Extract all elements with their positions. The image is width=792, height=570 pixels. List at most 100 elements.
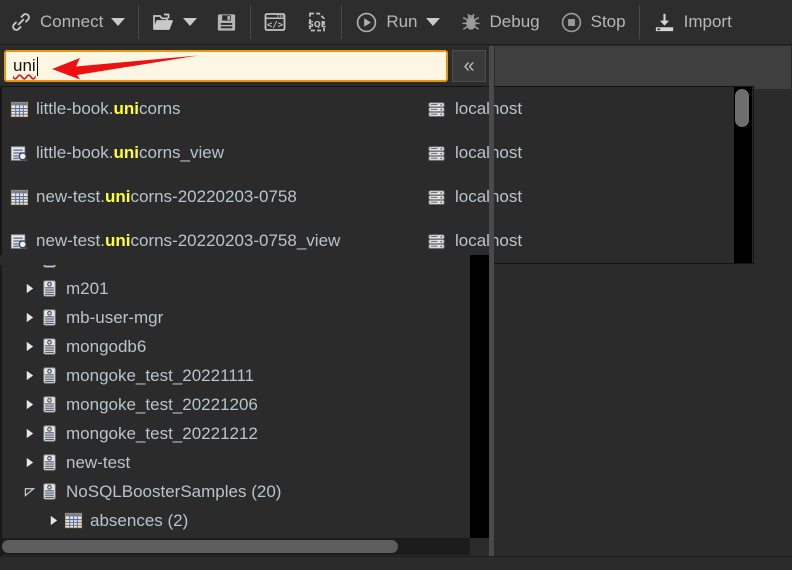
- server-icon: [427, 144, 446, 163]
- tree-item-absences[interactable]: absences (2): [0, 506, 470, 535]
- autocomplete-row-name: new-test.unicorns-20220203-0758: [2, 187, 427, 207]
- match-highlight: uni: [104, 231, 131, 250]
- tree-item-mongodb6[interactable]: mongodb6: [0, 332, 470, 361]
- tree-item-mongoke_test_20221206[interactable]: mongoke_test_20221206: [0, 390, 470, 419]
- autocomplete-row-host: localhost: [427, 99, 522, 119]
- autocomplete-row-host: localhost: [427, 187, 522, 207]
- chevron-down-icon[interactable]: [425, 18, 440, 26]
- database-icon: [40, 453, 59, 472]
- table-icon: [64, 511, 83, 530]
- tree-item-nosqlboostersamples[interactable]: NoSQLBoosterSamples (20): [0, 477, 470, 506]
- tree-top-clip: [0, 255, 470, 265]
- chevron-down-icon[interactable]: [111, 18, 126, 26]
- tree-item-label: mongodb6: [66, 336, 147, 356]
- status-bar: [0, 556, 792, 570]
- dropdown-scrollbar-thumb[interactable]: [735, 89, 749, 127]
- tree-expander-collapsed[interactable]: [18, 448, 40, 477]
- autocomplete-row-host: localhost: [427, 143, 522, 163]
- bug-icon: [460, 11, 482, 33]
- autocomplete-row-name: little-book.unicorns: [2, 99, 427, 119]
- database-icon: [40, 308, 59, 327]
- autocomplete-row-label: new-test.unicorns-20220203-0758: [36, 187, 297, 206]
- search-input[interactable]: uni: [4, 50, 448, 82]
- link-icon: [10, 11, 32, 33]
- tree-item-label: NoSQLBoosterSamples (20): [66, 481, 282, 501]
- open-folder-icon: [151, 10, 175, 34]
- autocomplete-dropdown[interactable]: little-book.unicornslocalhostlittle-book…: [0, 86, 754, 264]
- sql-document-button[interactable]: SQL: [296, 0, 338, 45]
- import-icon: [653, 11, 676, 34]
- tree-item-new-test[interactable]: new-test: [0, 448, 470, 477]
- connect-label: Connect: [40, 12, 104, 31]
- tree-expander-collapsed[interactable]: [18, 303, 40, 332]
- stop-label: Stop: [590, 12, 626, 31]
- connect-button[interactable]: Connect: [0, 0, 135, 45]
- collapse-panel-label: «: [463, 55, 475, 77]
- tree-expander-collapsed[interactable]: [18, 361, 40, 390]
- toolbar-separator: [138, 5, 140, 39]
- import-label: Import: [683, 12, 732, 31]
- autocomplete-row-label: little-book.unicorns: [36, 99, 181, 118]
- server-icon: [427, 188, 446, 207]
- tree-item-m201[interactable]: m201: [0, 274, 470, 303]
- panel-splitter[interactable]: [489, 46, 494, 570]
- code-window-button[interactable]: </>: [254, 0, 296, 45]
- debug-button[interactable]: Debug: [450, 0, 550, 45]
- database-icon: [40, 337, 59, 356]
- tree-expander-collapsed[interactable]: [18, 419, 40, 448]
- collapse-panel-button[interactable]: «: [452, 50, 486, 82]
- toolbar-separator: [250, 5, 252, 39]
- dropdown-scrollbar-track[interactable]: [734, 87, 752, 263]
- tree-left-border: [0, 255, 2, 570]
- database-icon: [40, 424, 59, 443]
- database-icon: [40, 395, 59, 414]
- tree-item-label: absences (2): [90, 510, 189, 530]
- server-icon: [427, 232, 446, 251]
- autocomplete-row-host: localhost: [427, 231, 522, 251]
- tree-item-mongoke_test_20221212[interactable]: mongoke_test_20221212: [0, 419, 470, 448]
- stop-circle-icon: [560, 11, 583, 34]
- match-highlight: uni: [104, 187, 131, 206]
- text-caret: [36, 56, 38, 76]
- autocomplete-row-name: new-test.unicorns-20220203-0758_view: [2, 231, 427, 251]
- save-button[interactable]: [206, 0, 247, 45]
- chevron-down-icon[interactable]: [183, 18, 198, 26]
- tree-item-mb-user-mgr[interactable]: mb-user-mgr: [0, 303, 470, 332]
- open-file-button[interactable]: [142, 0, 206, 45]
- app-window: Connect </> SQL Run Debug Stop Import un…: [0, 0, 792, 570]
- svg-text:</>: </>: [267, 21, 284, 31]
- tree-item-label: mongoke_test_20221206: [66, 394, 258, 414]
- toolbar-separator: [638, 5, 640, 39]
- tree-horizontal-scrollbar-thumb[interactable]: [2, 540, 398, 553]
- tree-expander-collapsed[interactable]: [18, 274, 40, 303]
- autocomplete-row[interactable]: little-book.unicorns_view localhost: [2, 131, 753, 175]
- tree-expander-collapsed[interactable]: [18, 332, 40, 361]
- database-icon: [40, 279, 59, 298]
- autocomplete-row[interactable]: little-book.unicorns localhost: [2, 87, 753, 131]
- autocomplete-row-label: little-book.unicorns_view: [36, 143, 225, 162]
- tree-expander-collapsed[interactable]: [42, 506, 64, 535]
- run-button[interactable]: Run: [345, 0, 449, 45]
- tree-expander-expanded[interactable]: [18, 477, 40, 506]
- debug-label: Debug: [489, 12, 540, 31]
- autocomplete-row[interactable]: new-test.unicorns-20220203-0758 localhost: [2, 175, 753, 219]
- database-icon: [40, 366, 59, 385]
- tree-expander-collapsed[interactable]: [18, 390, 40, 419]
- search-row: uni «: [0, 46, 792, 86]
- stop-button[interactable]: Stop: [550, 0, 636, 45]
- sql-document-icon: SQL: [305, 10, 329, 34]
- toolbar-separator: [341, 5, 343, 39]
- database-tree-panel[interactable]: little-bookm201mb-user-mgrmongodb6mongok…: [0, 255, 470, 555]
- run-label: Run: [386, 12, 418, 31]
- tree-item-label: new-test: [66, 452, 131, 472]
- import-button[interactable]: Import: [643, 0, 742, 45]
- match-highlight: uni: [113, 99, 139, 118]
- search-input-value: uni: [13, 56, 36, 75]
- tree-item-mongoke_test_20221111[interactable]: mongoke_test_20221111: [0, 361, 470, 390]
- tree-vertical-scrollbar[interactable]: [470, 255, 490, 538]
- tree-item-label: mb-user-mgr: [66, 307, 164, 327]
- tree-item-label: mongoke_test_20221111: [66, 365, 255, 385]
- code-window-icon: </>: [263, 10, 287, 34]
- server-icon: [427, 100, 446, 119]
- match-highlight: uni: [113, 143, 139, 162]
